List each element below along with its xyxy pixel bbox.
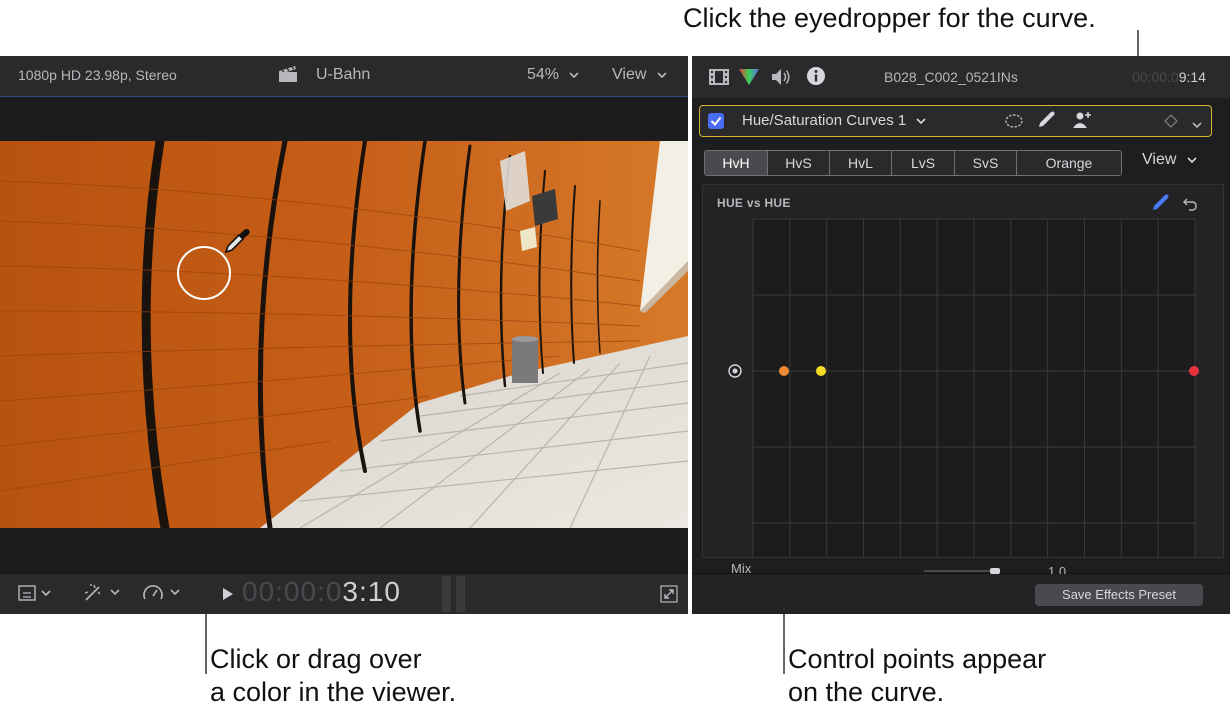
tab-hvs[interactable]: HvS (768, 151, 830, 175)
keyframe-icon[interactable] (1163, 113, 1179, 134)
hue-vs-hue-panel: HUE vs HUE Mix (702, 184, 1224, 576)
curve-reset-point-icon[interactable] (728, 364, 742, 378)
inspector-view-label: View (1142, 151, 1177, 168)
tab-hvl[interactable]: HvL (830, 151, 892, 175)
save-effects-preset-button[interactable]: Save Effects Preset (1035, 584, 1203, 606)
inspector-footer: 1.0 Save Effects Preset (692, 564, 1230, 614)
tab-svs[interactable]: SvS (955, 151, 1017, 175)
inspector-header: B028_C002_0521INs 00:00:09:14 (692, 56, 1230, 98)
mix-value[interactable]: 1.0 (1048, 564, 1066, 574)
color-mask-eyedropper-icon[interactable] (1036, 110, 1056, 135)
mask-icon[interactable] (1004, 112, 1024, 135)
chevron-down-icon (657, 72, 667, 79)
effect-name-menu[interactable]: Hue/Saturation Curves 1 (742, 112, 927, 129)
viewer-format: 1080p HD 23.98p, Stereo (18, 67, 177, 83)
color-inspector-icon[interactable] (738, 68, 760, 89)
speed-icon[interactable] (142, 583, 182, 607)
control-point[interactable] (1189, 366, 1199, 376)
magic-wand-icon[interactable] (82, 583, 122, 607)
color-inspector: B028_C002_0521INs 00:00:09:14 Hue/Satura… (692, 56, 1230, 614)
transform-icon[interactable] (18, 585, 52, 605)
zoom-menu[interactable]: 54% (527, 66, 580, 84)
inspector-timecode: 00:00:09:14 (1132, 69, 1206, 85)
viewer-letterbox-top (0, 97, 688, 141)
callout-control-points: Control points appear on the curve. (788, 643, 1046, 709)
zoom-value: 54% (527, 66, 560, 83)
viewer-footer: 00:00:03:10 (0, 573, 688, 614)
callout-drag-color-line2: a color in the viewer. (210, 677, 457, 707)
checkmark-icon (710, 116, 722, 127)
audio-icon[interactable] (770, 67, 792, 90)
subway-tunnel-image (0, 141, 688, 528)
tab-lvs[interactable]: LvS (892, 151, 955, 175)
tab-hvh[interactable]: HvH (705, 151, 768, 175)
eyedropper-cursor-icon (222, 226, 252, 261)
mix-slider[interactable] (924, 568, 1000, 578)
chevron-down-icon (1187, 157, 1197, 164)
viewer-clip-name: U-Bahn (316, 66, 371, 83)
mix-slider-thumb[interactable] (990, 568, 1000, 574)
curve-tabs: HvH HvS HvL LvS SvS Orange (704, 150, 1122, 176)
audio-meter-icon (440, 576, 468, 617)
viewer-image[interactable] (0, 141, 688, 528)
clapper-icon (278, 65, 298, 86)
curve-graph[interactable] (703, 185, 1223, 557)
chevron-down-icon (916, 118, 927, 125)
control-point[interactable] (816, 366, 826, 376)
fullscreen-icon[interactable] (660, 585, 678, 607)
viewer-view-menu[interactable]: View (612, 66, 667, 84)
callout-drag-color-line1: Click or drag over (210, 644, 422, 674)
callout-eyedropper: Click the eyedropper for the curve. (683, 3, 1096, 33)
viewer-view-label: View (612, 66, 647, 83)
inspector-timecode-dim: 00:00:0 (1132, 69, 1179, 85)
play-icon[interactable] (222, 587, 234, 605)
effect-name: Hue/Saturation Curves 1 (742, 112, 907, 129)
viewer-header: 1080p HD 23.98p, Stereo U-Bahn 54% View (0, 56, 688, 97)
timecode-dim: 00:00:0 (242, 576, 343, 607)
tab-orange[interactable]: Orange (1017, 151, 1121, 175)
film-icon[interactable] (708, 68, 730, 89)
viewer-timecode[interactable]: 00:00:03:10 (242, 576, 401, 608)
chevron-down-icon (569, 72, 580, 79)
inspector-timecode-bright: 9:14 (1178, 69, 1206, 85)
callout-control-points-line1: Control points appear (788, 644, 1047, 674)
inspector-clip-name: B028_C002_0521INs (884, 69, 1018, 85)
add-shape-mask-icon[interactable] (1072, 110, 1094, 135)
viewer: 1080p HD 23.98p, Stereo U-Bahn 54% View (0, 56, 688, 614)
callout-control-points-line2: on the curve. (788, 677, 945, 707)
callout-drag-color: Click or drag over a color in the viewer… (210, 643, 456, 709)
inspector-view-menu[interactable]: View (1142, 151, 1197, 169)
control-point[interactable] (779, 366, 789, 376)
chevron-down-icon[interactable] (1192, 116, 1202, 134)
info-icon[interactable] (806, 66, 826, 89)
effect-enable-checkbox[interactable] (708, 113, 724, 129)
timecode-bright: 3:10 (342, 576, 401, 607)
effect-header: Hue/Saturation Curves 1 (699, 105, 1212, 137)
